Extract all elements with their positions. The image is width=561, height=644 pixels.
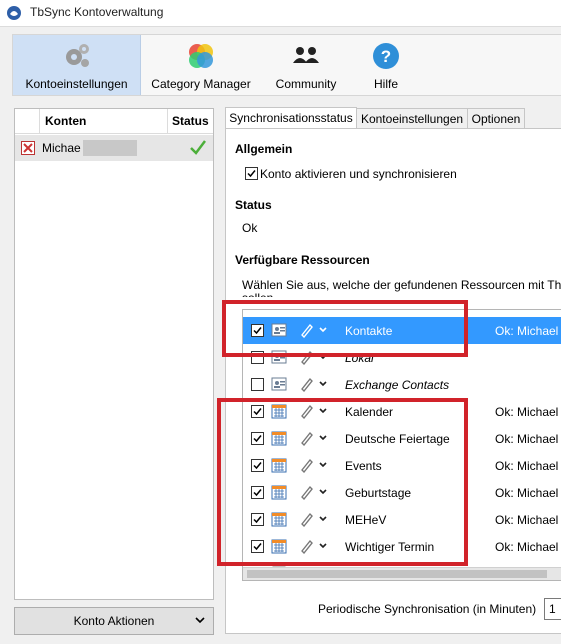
horizontal-scrollbar[interactable] <box>243 567 561 580</box>
address-book-icon <box>271 377 287 391</box>
tbsync-app-icon <box>7 6 21 20</box>
toolbar-label: Hilfe <box>373 77 398 91</box>
toolbar-category-manager-button[interactable]: Category Manager <box>141 35 261 95</box>
status-heading: Status <box>235 198 272 212</box>
pencil-icon[interactable] <box>299 376 315 392</box>
scrollbar-thumb[interactable] <box>247 570 547 578</box>
resource-status: Ok: Michael S <box>495 459 561 473</box>
resource-status: Ok: Michael S <box>495 513 561 527</box>
resource-status: Ok: Michael <box>495 324 559 338</box>
status-value: Ok <box>242 221 258 235</box>
toolbar: Kontoeinstellungen Category Manager Comm… <box>12 34 561 96</box>
tab-label: Optionen <box>471 112 521 126</box>
highlight-box-contacts <box>222 300 468 357</box>
toolbar-label: Kontoeinstellungen <box>25 77 128 91</box>
toolbar-label: Community <box>275 77 337 91</box>
account-actions-button[interactable]: Konto Aktionen <box>14 607 214 635</box>
chevron-down-icon <box>195 617 205 624</box>
resource-status: Ok: Michael S <box>495 540 561 554</box>
redacted-name <box>83 140 137 156</box>
window-title: TbSync Kontoverwaltung <box>30 5 164 19</box>
account-name: Michae <box>42 141 81 155</box>
tab-label: Synchronisationsstatus <box>229 111 353 125</box>
accounts-header: Konten Status <box>15 109 213 134</box>
resource-status: Ok: Michael S <box>495 405 561 419</box>
toolbar-help-button[interactable]: ? Hilfe <box>353 35 419 95</box>
resource-row[interactable]: Exchange Contacts <box>243 371 561 398</box>
account-error-icon <box>21 141 35 155</box>
toolbar-community-button[interactable]: Community <box>261 35 351 95</box>
resource-status: Ok: Michael S <box>495 432 561 446</box>
checkmark-icon <box>190 140 206 155</box>
toolbar-label: Category Manager <box>151 77 251 91</box>
resources-description-cont: sollen <box>242 291 273 297</box>
chevron-down-icon[interactable] <box>319 379 327 389</box>
tab-label: Kontoeinstellungen <box>360 112 464 126</box>
tab-sync-status[interactable]: Synchronisationsstatus <box>225 107 357 130</box>
community-icon <box>293 47 319 63</box>
resource-checkbox[interactable] <box>251 378 264 391</box>
accounts-panel: Konten Status Michae <box>14 108 214 600</box>
toolbar-account-settings-button[interactable]: Kontoeinstellungen <box>13 35 141 95</box>
account-actions-label: Konto Aktionen <box>73 614 155 628</box>
tab-account-settings[interactable]: Kontoeinstellungen <box>356 108 468 129</box>
gears-icon <box>65 44 89 67</box>
category-manager-icon <box>189 44 213 68</box>
periodic-sync-value: 1 <box>549 602 556 616</box>
svg-text:?: ? <box>381 47 391 66</box>
resources-heading: Verfügbare Ressourcen <box>235 253 370 267</box>
resource-status: Ok: Michael S <box>495 486 561 500</box>
account-row[interactable]: Michae <box>15 135 213 161</box>
accounts-column-header[interactable]: Konten <box>45 114 86 128</box>
periodic-sync-label: Periodische Synchronisation (in Minuten) <box>318 602 537 616</box>
highlight-box-calendars <box>217 398 468 566</box>
general-heading: Allgemein <box>235 142 293 156</box>
resources-description: Wählen Sie aus, welche der gefundenen Re… <box>242 278 561 292</box>
enable-account-checkbox[interactable] <box>245 167 258 180</box>
periodic-sync-input[interactable]: 1 <box>544 598 561 620</box>
tab-options[interactable]: Optionen <box>467 108 525 129</box>
status-column-header[interactable]: Status <box>172 114 209 128</box>
resource-name: Exchange Contacts <box>345 378 450 392</box>
help-icon: ? <box>373 43 399 69</box>
title-bar: TbSync Kontoverwaltung <box>0 0 561 27</box>
enable-account-label: Konto aktivieren und synchronisieren <box>260 167 457 181</box>
